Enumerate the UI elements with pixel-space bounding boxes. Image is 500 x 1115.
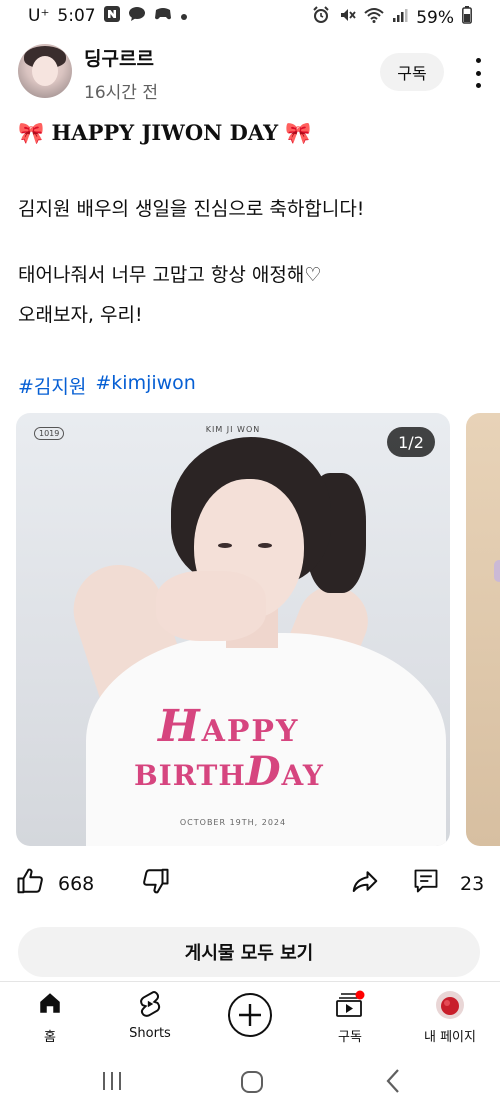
status-bar: U⁺ 5:07 59% [0,0,500,34]
like-button[interactable]: 668 [16,866,94,901]
hashtag-link[interactable]: #김지원 [18,372,86,399]
ribbon-emoji-left: 🎀 [18,120,45,145]
post-time: 16시간 전 [84,83,158,103]
signal-icon [392,7,408,28]
post-title-text: HAPPY JIWON DAY [51,120,279,145]
share-button[interactable] [350,866,380,901]
thumbs-up-icon [16,866,46,901]
next-image-peek[interactable] [466,413,500,846]
alarm-icon [312,6,330,29]
system-nav-bar [0,1048,500,1115]
home-icon [37,990,63,1020]
post-body-line-3: 오래보자, 우리! [18,304,143,326]
ribbon-emoji-right: 🎀 [285,120,312,145]
recent-apps-icon[interactable] [100,1070,124,1096]
birthday-text: HAPPY BIRTHDAY [134,701,324,795]
notification-dot-icon [180,7,188,25]
home-button-icon[interactable] [240,1070,264,1098]
nav-label-my-page: 내 페이지 [424,1030,476,1045]
battery-icon [462,6,472,29]
dislike-button[interactable] [140,866,170,901]
back-icon[interactable] [384,1068,402,1098]
shorts-icon [137,990,163,1022]
nav-item-shorts[interactable]: Shorts [100,982,200,1048]
nav-item-create[interactable] [200,982,300,1048]
carrier-label: U⁺ [28,6,50,26]
channel-avatar[interactable] [18,44,72,98]
subscriptions-icon [335,990,365,1022]
post-body-line-2: 태어나줘서 너무 고맙고 항상 애정해♡ [18,264,322,286]
nav-label-home: 홈 [44,1030,56,1045]
naver-icon [103,6,120,26]
clock: 5:07 [57,6,96,26]
battery-percent: 59% [416,7,454,28]
hashtags: #김지원 #kimjiwon [18,372,196,399]
wifi-icon [364,7,384,28]
nav-item-subscriptions[interactable]: 구독 [300,982,400,1048]
game-icon [154,7,172,25]
more-options-icon[interactable] [468,58,488,88]
chat-icon [128,6,146,26]
bottom-nav: 홈 Shorts 구독 내 페이지 [0,982,500,1048]
nav-item-my-page[interactable]: 내 페이지 [400,982,500,1048]
channel-name[interactable]: 딩구르르 [84,44,154,71]
post-image[interactable]: 1019 KIM JI WON HAPPY BIRTHDAY OCTOBER 1… [16,413,450,846]
see-all-posts-button[interactable]: 게시물 모두 보기 [18,927,480,977]
nav-label-subscriptions: 구독 [338,1030,362,1045]
share-icon [350,866,380,901]
nav-item-home[interactable]: 홈 [0,982,100,1048]
image-top-caption: KIM JI WON [205,425,261,434]
create-icon [227,992,273,1042]
post-header: 딩구르르 16시간 전 구독 [16,42,486,104]
comment-icon [412,866,440,901]
post-title: 🎀 HAPPY JIWON DAY 🎀 [18,120,312,146]
comment-count: 23 [460,872,485,895]
hashtag-link[interactable]: #kimjiwon [95,372,195,399]
nav-label-shorts: Shorts [129,1026,171,1041]
profile-avatar [435,990,465,1024]
thumbs-down-icon [140,866,170,901]
image-date-caption: OCTOBER 19TH, 2024 [179,818,287,827]
post-body-line-1: 김지원 배우의 생일을 진심으로 축하합니다! [18,198,365,220]
subscribe-button[interactable]: 구독 [380,53,444,91]
like-count: 668 [58,872,95,895]
comment-button[interactable]: 23 [412,866,484,901]
image-counter: 1/2 [387,427,435,457]
mute-icon [338,6,356,29]
action-bar: 668 23 [16,866,486,910]
